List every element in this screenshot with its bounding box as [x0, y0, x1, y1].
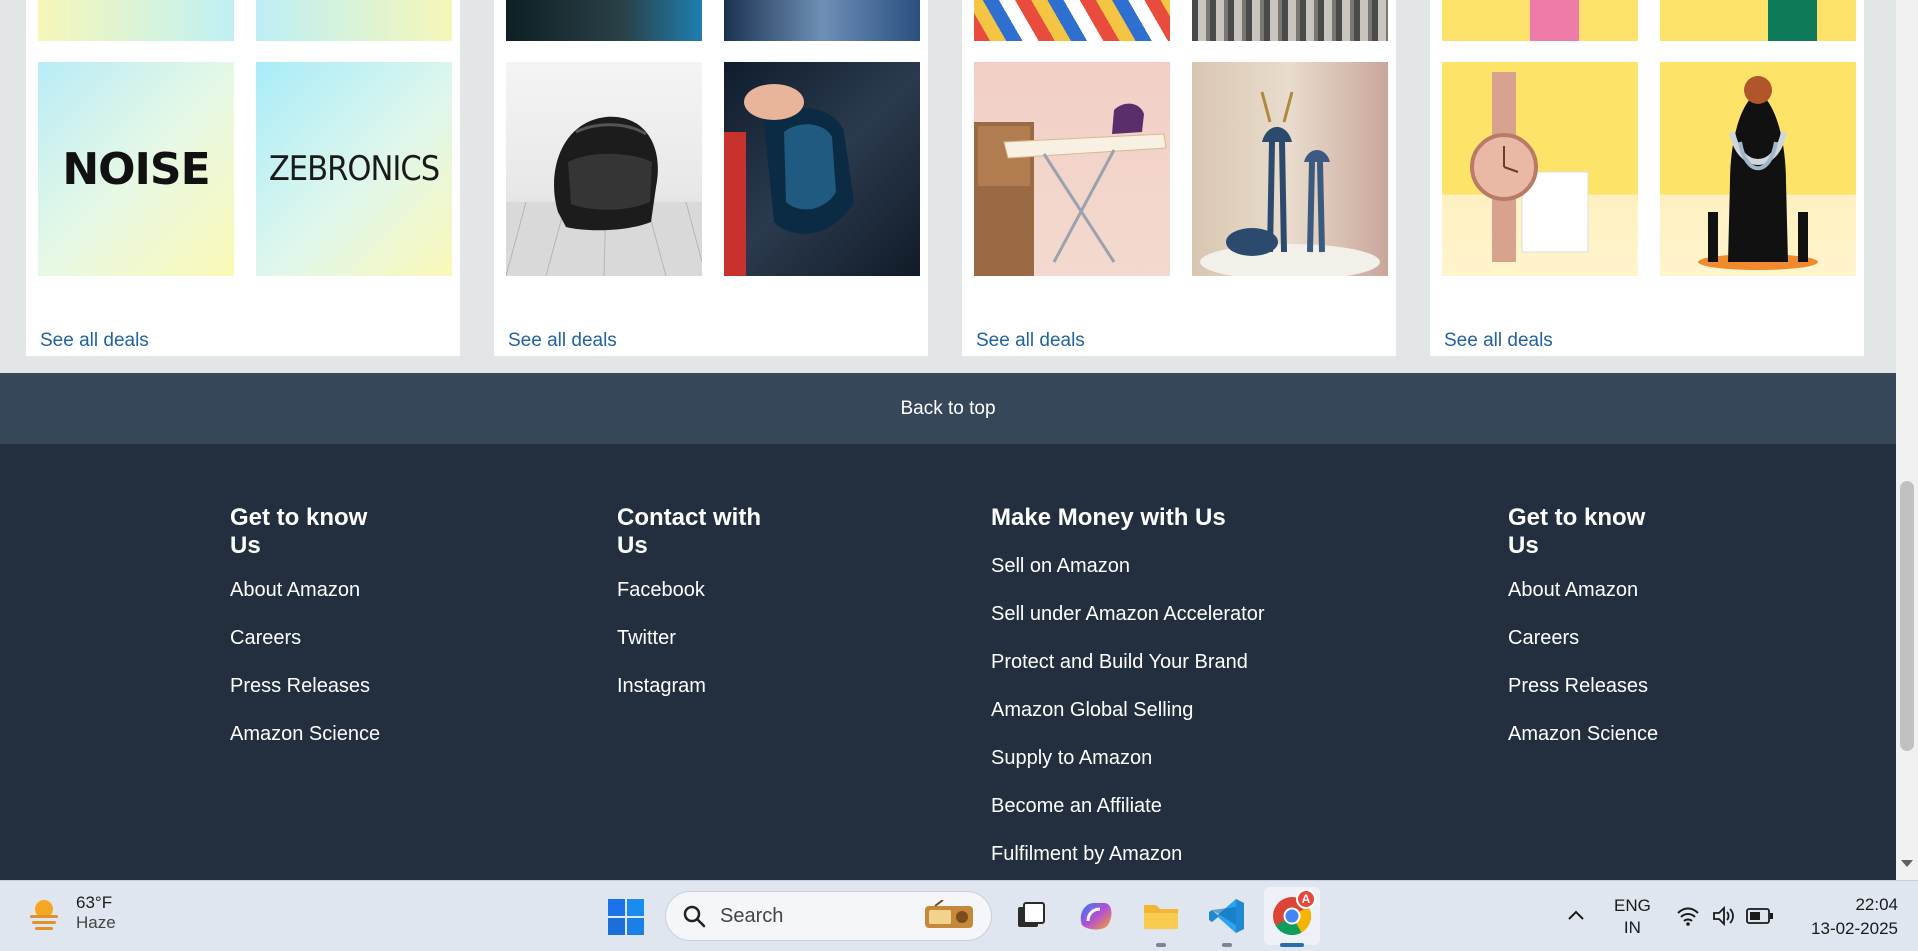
footer-link-instagram[interactable]: Instagram [617, 674, 761, 698]
running-indicator [1156, 943, 1166, 947]
noise-logo: NOISE [62, 143, 210, 195]
weather-description: Haze [76, 913, 116, 932]
watch-product-image[interactable] [1442, 62, 1638, 276]
running-indicator [1222, 943, 1232, 947]
deer-decor-product-image[interactable] [1192, 62, 1388, 276]
chrome-profile-badge: A [1296, 889, 1316, 909]
vertical-scrollbar[interactable] [1896, 0, 1918, 880]
footer-link-supply-to-amazon[interactable]: Supply to Amazon [991, 746, 1265, 770]
clock-date: 13-02-2025 [1811, 919, 1898, 938]
footer-link-global-selling[interactable]: Amazon Global Selling [991, 698, 1265, 722]
wifi-icon[interactable] [1676, 905, 1700, 927]
haze-weather-icon [30, 900, 58, 930]
battery-icon[interactable] [1746, 907, 1774, 925]
helmet-illustration [506, 116, 702, 276]
deal-card-fashion: See all deals [1430, 0, 1864, 356]
watch-illustration [1470, 72, 1589, 262]
vscode-icon[interactable] [1206, 895, 1248, 937]
scrollbar-thumb[interactable] [1900, 481, 1914, 751]
footer-column-heading: Get to know Us [230, 504, 368, 559]
deal-tile-image[interactable] [974, 0, 1170, 41]
see-all-deals-link[interactable]: See all deals [976, 330, 1085, 352]
helmet-product-image[interactable] [506, 62, 702, 276]
weather-temperature: 63°F [76, 893, 113, 912]
footer-link-about-amazon[interactable]: About Amazon [230, 578, 380, 602]
footer-column-make-money: Make Money with Us Sell on Amazon Sell u… [991, 504, 1265, 880]
footer-column-heading: Get to know Us [1508, 504, 1646, 559]
deal-tile-image[interactable] [506, 0, 702, 41]
deer-decor-illustration [1200, 91, 1380, 276]
footer-link-amazon-science[interactable]: Amazon Science [230, 722, 380, 746]
task-view-icon[interactable] [1010, 895, 1052, 937]
language-indicator[interactable]: ENG IN [1614, 895, 1651, 939]
active-indicator [1280, 943, 1304, 947]
ironing-board-illustration [974, 103, 1167, 276]
footer-link-amazon-science[interactable]: Amazon Science [1508, 722, 1658, 746]
browser-viewport: NOISE ZEBRONICS See all deals See all de… [0, 0, 1896, 880]
footer-link-protect-brand[interactable]: Protect and Build Your Brand [991, 650, 1265, 674]
deal-tile-image[interactable] [256, 0, 452, 41]
necklace-illustration [1698, 76, 1818, 270]
deal-card-home: See all deals [962, 0, 1396, 356]
windows-taskbar: 63°F Haze Search A ENG IN 22:04 13-02-20… [0, 880, 1918, 951]
search-highlight-radio-icon [925, 900, 973, 928]
footer-link-sell-on-amazon[interactable]: Sell on Amazon [991, 554, 1265, 578]
footer-link-fulfilment[interactable]: Fulfilment by Amazon [991, 842, 1265, 866]
deal-cards-row: NOISE ZEBRONICS See all deals See all de… [0, 0, 1896, 372]
deal-tile-image[interactable] [1192, 0, 1388, 41]
footer-column-heading: Make Money with Us [991, 504, 1226, 531]
footer-column-get-to-know-2: Get to know Us About Amazon Careers Press… [1508, 504, 1658, 770]
taskbar-search-box[interactable]: Search [665, 891, 992, 941]
system-clock[interactable]: 22:04 13-02-2025 [1792, 893, 1898, 941]
footer-link-careers[interactable]: Careers [1508, 626, 1658, 650]
footer-column-contact: Contact with Us Facebook Twitter Instagra… [617, 504, 761, 722]
search-icon [683, 905, 706, 928]
footer-link-become-affiliate[interactable]: Become an Affiliate [991, 794, 1265, 818]
footer-link-facebook[interactable]: Facebook [617, 578, 761, 602]
see-all-deals-link[interactable]: See all deals [1444, 330, 1553, 352]
search-placeholder: Search [720, 904, 784, 927]
zebronics-logo: ZEBRONICS [268, 149, 440, 189]
deal-card-automotive: See all deals [494, 0, 928, 356]
deal-tile-image[interactable] [38, 0, 234, 41]
footer-link-press-releases[interactable]: Press Releases [230, 674, 380, 698]
necklace-product-image[interactable] [1660, 62, 1856, 276]
see-all-deals-link[interactable]: See all deals [40, 330, 149, 352]
chevron-up-icon[interactable] [1566, 907, 1586, 923]
speaker-icon[interactable] [1712, 905, 1736, 927]
deal-tile-image[interactable] [1442, 0, 1638, 41]
zebronics-brand-tile[interactable]: ZEBRONICS [256, 62, 452, 276]
noise-brand-tile[interactable]: NOISE [38, 62, 234, 276]
chrome-taskbar-button[interactable]: A [1264, 887, 1320, 945]
car-vacuum-product-image[interactable] [724, 62, 920, 276]
scroll-down-arrow-icon[interactable] [1901, 860, 1913, 867]
file-explorer-icon[interactable] [1140, 895, 1182, 937]
back-to-top-button[interactable]: Back to top [0, 373, 1896, 444]
clock-time: 22:04 [1855, 895, 1898, 914]
ironing-board-product-image[interactable] [974, 62, 1170, 276]
see-all-deals-link[interactable]: See all deals [508, 330, 617, 352]
vacuum-illustration [724, 84, 854, 276]
windows-start-icon[interactable] [606, 897, 646, 937]
footer: Get to know Us About Amazon Careers Press… [0, 444, 1896, 880]
deal-card-audio: NOISE ZEBRONICS See all deals [26, 0, 460, 356]
footer-link-press-releases[interactable]: Press Releases [1508, 674, 1658, 698]
deal-tile-image[interactable] [1660, 0, 1856, 41]
copilot-icon[interactable] [1074, 895, 1116, 937]
deal-tile-image[interactable] [724, 0, 920, 41]
footer-link-careers[interactable]: Careers [230, 626, 380, 650]
footer-link-amazon-accelerator[interactable]: Sell under Amazon Accelerator [991, 602, 1265, 626]
footer-link-about-amazon[interactable]: About Amazon [1508, 578, 1658, 602]
weather-widget[interactable]: 63°F Haze [24, 893, 116, 933]
footer-link-twitter[interactable]: Twitter [617, 626, 761, 650]
footer-column-heading: Contact with Us [617, 504, 761, 559]
footer-column-get-to-know: Get to know Us About Amazon Careers Press… [230, 504, 380, 770]
